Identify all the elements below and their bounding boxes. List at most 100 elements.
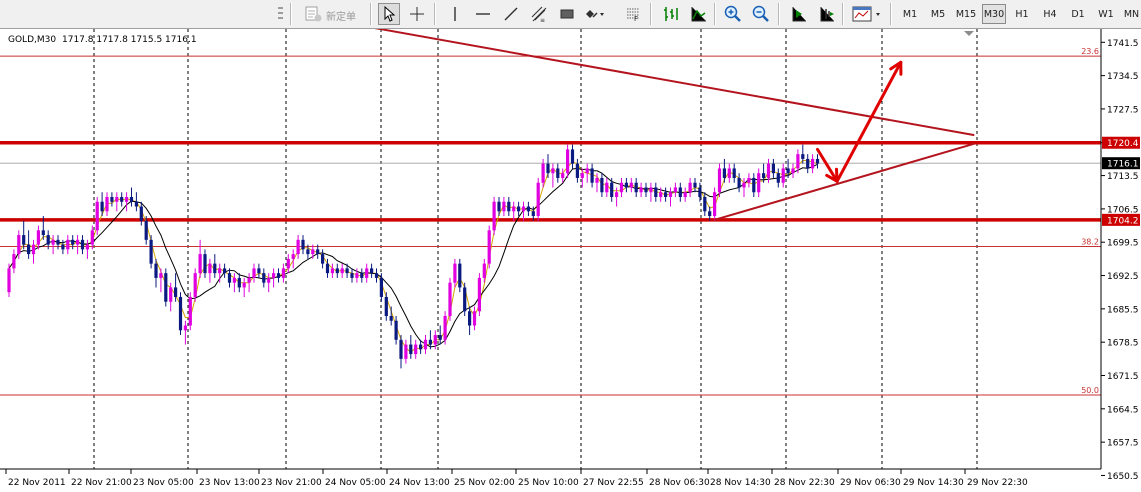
candle-body (664, 192, 668, 197)
candle-body (610, 182, 614, 197)
svg-text:≡: ≡ (540, 17, 545, 23)
vertical-line-icon (454, 7, 456, 21)
price-axis-label: 1741.5 (1107, 39, 1139, 49)
candle-body (198, 254, 202, 274)
candle-body (482, 263, 486, 278)
candle-body (526, 206, 530, 212)
candle-body (727, 168, 731, 178)
candle-body (717, 168, 722, 193)
candle-body (330, 268, 334, 274)
candle-body (213, 263, 217, 274)
line-chart-button[interactable] (688, 3, 710, 25)
cursor-tool-button[interactable] (378, 3, 400, 25)
timeframe-mn-button[interactable]: MN (1122, 4, 1141, 24)
candle-body (262, 273, 266, 283)
candle-body (796, 154, 800, 169)
timeframe-h1-button[interactable]: H1 (1010, 4, 1034, 24)
horizontal-line-tool-button[interactable] (472, 3, 494, 25)
timeframe-m30-button[interactable]: M30 (982, 4, 1006, 24)
candle-body (448, 282, 452, 316)
timeframe-w1-button[interactable]: W1 (1094, 4, 1118, 24)
rectangle-tool-button[interactable] (556, 3, 578, 25)
candle-body (384, 296, 388, 316)
auto-scroll-button[interactable] (788, 3, 810, 25)
time-axis-label: 28 Nov 06:30 (649, 478, 710, 488)
candle-body (296, 239, 300, 255)
candle-body (208, 263, 212, 274)
candle-body (507, 201, 511, 212)
trendline[interactable] (367, 29, 975, 137)
candle-body (120, 197, 124, 202)
candle-body (129, 197, 134, 202)
candle-body (815, 158, 820, 164)
time-axis-label: 29 Nov 22:30 (967, 478, 1028, 488)
candle-body (752, 177, 756, 193)
candle-body (242, 282, 246, 288)
candle-body (477, 277, 481, 312)
timeframe-m5-button[interactable]: M5 (926, 4, 950, 24)
bar-chart-button[interactable] (660, 3, 682, 25)
candle-body (634, 182, 638, 193)
price-axis-label: 1678.5 (1107, 339, 1139, 349)
time-axis-label: 22 Nov 21:00 (71, 478, 132, 488)
candle-body (56, 239, 60, 245)
crosshair-tool-button[interactable] (406, 3, 428, 25)
candle-body (453, 263, 457, 283)
timeframe-m1-button[interactable]: M1 (898, 4, 922, 24)
candle-body (164, 273, 168, 302)
channel-tool-button[interactable]: ≡ (528, 3, 550, 25)
chart-shift-marker-icon[interactable] (964, 31, 974, 36)
candle-body (370, 268, 374, 274)
candle-body (174, 287, 178, 297)
candle-body (218, 268, 222, 274)
candle-body (316, 249, 320, 255)
candle-body (492, 201, 496, 231)
timeframe-d1-button[interactable]: D1 (1066, 4, 1090, 24)
shapes-menu-button[interactable] (584, 3, 606, 25)
candle-body (428, 339, 432, 345)
price-chart[interactable]: 23.6 38.2 50.0 1741.5 1734.5 1727.5 1713.5 170… (0, 29, 1141, 492)
candle-body (325, 263, 330, 274)
vertical-line-tool-button[interactable] (444, 3, 466, 25)
candle-body (531, 211, 535, 217)
fib-level-label: 23.6 (1081, 47, 1099, 56)
candle-body (394, 320, 398, 340)
candle-body (668, 192, 673, 197)
time-axis-label: 27 Nov 22:55 (583, 478, 644, 488)
candle-body (340, 268, 344, 274)
time-axis-label: 28 Nov 14:30 (710, 478, 771, 488)
candle-body (580, 173, 584, 178)
candle-body (521, 206, 526, 212)
candle-body (771, 163, 775, 174)
candle-body (95, 201, 99, 231)
candle-body (801, 154, 805, 159)
candle-body (125, 197, 129, 202)
candle-body (747, 177, 751, 183)
candle-body (443, 316, 447, 340)
zoom-in-button[interactable] (722, 3, 744, 25)
fibonacci-tool-button[interactable]: F (622, 3, 644, 25)
toolbar-overflow-button[interactable] (270, 3, 292, 25)
candles (7, 144, 820, 369)
templates-menu-button[interactable] (850, 3, 884, 25)
zoom-out-button[interactable] (750, 3, 772, 25)
candle-body (438, 335, 442, 340)
candle-body (708, 211, 712, 217)
candle-body (149, 239, 153, 264)
timeframe-m15-button[interactable]: M15 (954, 4, 978, 24)
chart-shift-button[interactable] (816, 3, 838, 25)
candle-body (350, 273, 354, 278)
fibonacci-icon: F (627, 8, 639, 22)
candle-body (649, 187, 653, 193)
new-order-button[interactable] (302, 3, 324, 25)
candle-body (227, 273, 232, 283)
time-axis-label: 25 Nov 02:00 (454, 478, 515, 488)
timeframe-h4-button[interactable]: H4 (1038, 4, 1062, 24)
trendline-tool-button[interactable] (500, 3, 522, 25)
trendline-icon (504, 7, 518, 21)
moving-averages (8, 160, 818, 354)
candle-body (374, 273, 379, 278)
price-axis-label: 1650.5 (1107, 472, 1139, 482)
candle-body (605, 182, 609, 193)
new-order-label[interactable]: 新定单 (326, 8, 356, 23)
